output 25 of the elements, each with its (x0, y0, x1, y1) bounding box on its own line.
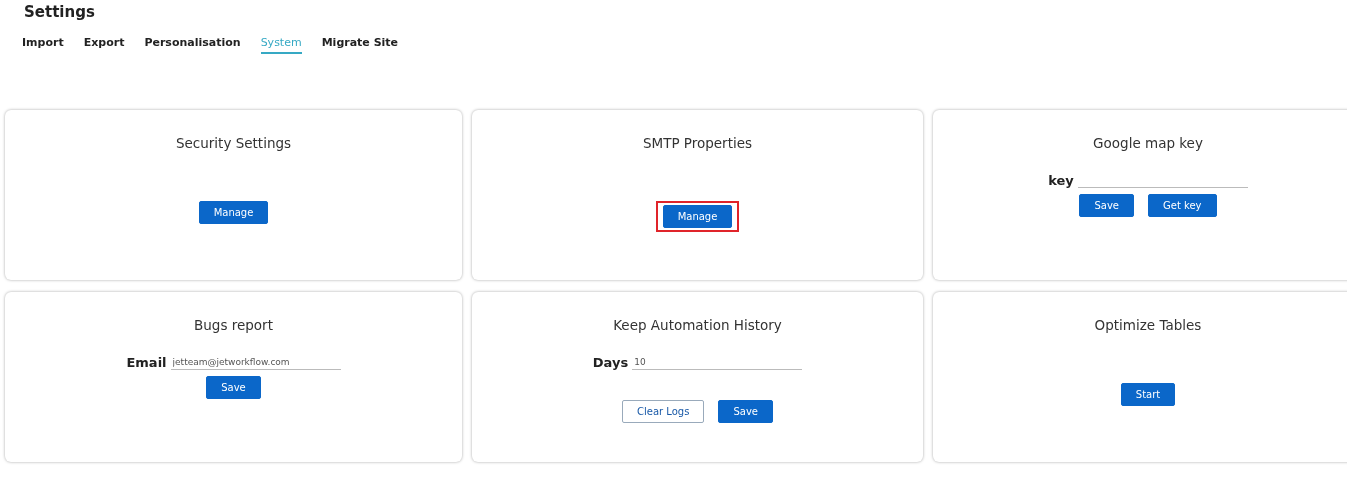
action-button[interactable]: Manage (662, 205, 733, 228)
card-title: Google map key (1093, 135, 1203, 151)
input-field[interactable]: 10 (632, 357, 803, 370)
field-label: Email (126, 355, 167, 370)
input-field[interactable]: jetteam@jetworkflow.com (170, 357, 341, 370)
tab[interactable]: System (260, 36, 302, 54)
card-title: Security Settings (175, 135, 292, 151)
action-button[interactable]: Save (718, 400, 773, 423)
action-button[interactable]: Start (1120, 383, 1176, 406)
card-title: SMTP Properties (642, 135, 753, 151)
page-title: Settings (23, 2, 96, 23)
tab[interactable]: Personalisation (144, 36, 241, 54)
card-title: Keep Automation History (613, 317, 782, 333)
action-button[interactable]: Save (1079, 194, 1134, 217)
field-label: key (1048, 173, 1074, 188)
card-title: Bugs report (194, 317, 273, 333)
action-button[interactable]: Get key (1148, 194, 1217, 217)
tab[interactable]: Export (83, 36, 125, 54)
action-button[interactable]: Manage (198, 201, 269, 224)
action-button[interactable]: Save (206, 376, 261, 399)
action-button[interactable]: Clear Logs (622, 400, 705, 423)
field-label: Days (592, 355, 629, 370)
card-title: Optimize Tables (1094, 317, 1202, 333)
tab[interactable]: Import (22, 36, 64, 54)
tab[interactable]: Migrate Site (321, 36, 399, 54)
